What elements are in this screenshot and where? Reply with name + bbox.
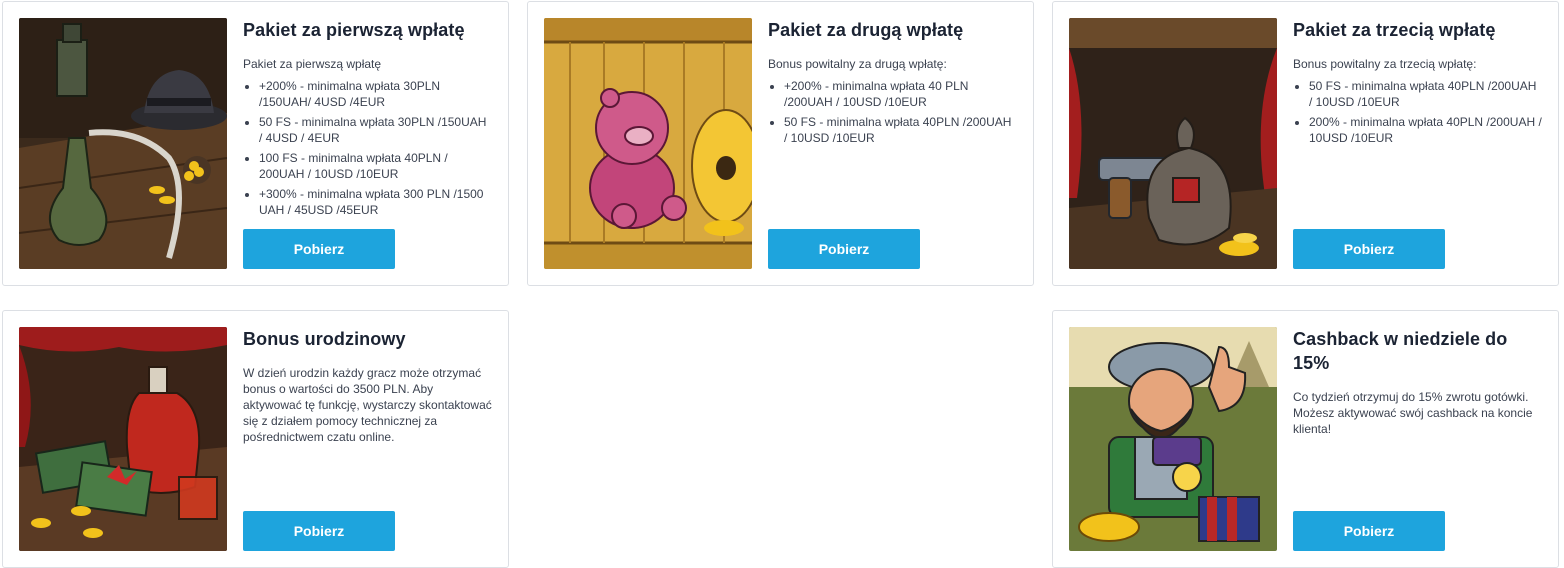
get-bonus-button[interactable]: Pobierz	[243, 511, 395, 551]
bonus-list: +200% - minimalna wpłata 40 PLN /200UAH …	[768, 78, 1017, 146]
bonus-list-item: +300% - minimalna wpłata 300 PLN /1500 U…	[259, 186, 492, 218]
bonus-list: +200% - minimalna wpłata 30PLN /150UAH/ …	[243, 78, 492, 218]
bonus-list-item: 50 FS - minimalna wpłata 30PLN /150UAH /…	[259, 114, 492, 146]
conquistador-thumbs-up-image	[1069, 327, 1277, 551]
card-description: Pakiet za pierwszą wpłatę	[243, 57, 382, 71]
card-title: Bonus urodzinowy	[243, 329, 406, 349]
card-description: Co tydzień otrzymuj do 15% zwrotu gotówk…	[1293, 390, 1533, 436]
bonus-list-item: +200% - minimalna wpłata 40 PLN /200UAH …	[784, 78, 1017, 110]
get-bonus-button[interactable]: Pobierz	[1293, 229, 1445, 269]
bonus-list-item: 200% - minimalna wpłata 40PLN /200UAH / …	[1309, 114, 1542, 146]
bonus-list-item: 100 FS - minimalna wpłata 40PLN / 200UAH…	[259, 150, 492, 182]
bonus-list-item: 50 FS - minimalna wpłata 40PLN /200UAH /…	[784, 114, 1017, 146]
bonus-card-cashback: Cashback w niedziele do 15% Co tydzień o…	[1052, 310, 1559, 568]
bonus-list-item: +200% - minimalna wpłata 30PLN /150UAH/ …	[259, 78, 492, 110]
get-bonus-button[interactable]: Pobierz	[768, 229, 920, 269]
liquor-bottle-banknotes-image	[19, 327, 227, 551]
get-bonus-button[interactable]: Pobierz	[1293, 511, 1445, 551]
bonus-list: 50 FS - minimalna wpłata 40PLN /200UAH /…	[1293, 78, 1542, 146]
card-description: W dzień urodzin każdy gracz może otrzyma…	[243, 366, 492, 444]
bonus-card-birthday: Bonus urodzinowy W dzień urodzin każdy g…	[2, 310, 509, 568]
bonus-card-third-deposit: Pakiet za trzecią wpłatę Bonus powitalny…	[1052, 1, 1559, 286]
bonus-list-item: 50 FS - minimalna wpłata 40PLN /200UAH /…	[1309, 78, 1542, 110]
pink-pig-toy-beehive-image	[544, 18, 752, 269]
card-description: Bonus powitalny za drugą wpłatę:	[768, 57, 947, 71]
bonus-card-first-deposit: Pakiet za pierwszą wpłatę Pakiet za pier…	[2, 1, 509, 286]
card-title: Pakiet za pierwszą wpłatę	[243, 20, 465, 40]
card-title: Pakiet za trzecią wpłatę	[1293, 20, 1496, 40]
get-bonus-button[interactable]: Pobierz	[243, 229, 395, 269]
adventure-hat-bottle-image	[19, 18, 227, 269]
card-title: Cashback w niedziele do 15%	[1293, 329, 1508, 373]
bonus-card-second-deposit: Pakiet za drugą wpłatę Bonus powitalny z…	[527, 1, 1034, 286]
revolver-money-bag-image	[1069, 18, 1277, 269]
card-title: Pakiet za drugą wpłatę	[768, 20, 964, 40]
card-description: Bonus powitalny za trzecią wpłatę:	[1293, 57, 1477, 71]
